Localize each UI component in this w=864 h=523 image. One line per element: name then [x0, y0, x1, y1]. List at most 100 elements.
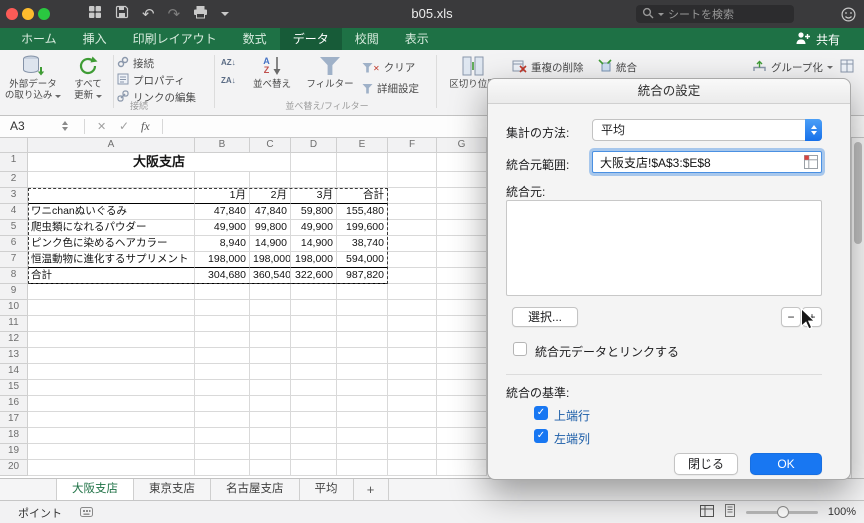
ribbon-tab[interactable]: 校閲	[342, 28, 392, 50]
column-header[interactable]: D	[291, 138, 337, 153]
cell[interactable]: 49,900	[195, 220, 250, 236]
sort-ascending-icon[interactable]: AZ↓	[221, 58, 236, 67]
cell[interactable]	[437, 348, 487, 364]
sheet-tab[interactable]: 大阪支店	[56, 479, 134, 500]
cell[interactable]: 198,000	[250, 252, 291, 268]
remove-duplicates-button[interactable]: 重複の削除	[512, 60, 584, 75]
cell[interactable]	[28, 332, 195, 348]
cell[interactable]	[388, 236, 437, 252]
close-button[interactable]: 閉じる	[674, 453, 738, 475]
add-reference-button[interactable]: +	[802, 307, 822, 327]
row-header[interactable]: 7	[0, 252, 28, 268]
cell[interactable]: 304,680	[195, 268, 250, 284]
cell[interactable]	[28, 396, 195, 412]
cell[interactable]	[437, 396, 487, 412]
cell[interactable]	[337, 380, 388, 396]
cell[interactable]	[250, 364, 291, 380]
cell[interactable]	[195, 444, 250, 460]
cell[interactable]: 987,820	[337, 268, 388, 284]
cell[interactable]	[437, 153, 487, 172]
cell[interactable]	[291, 396, 337, 412]
cell[interactable]	[195, 380, 250, 396]
cell[interactable]	[291, 364, 337, 380]
name-box-stepper-icon[interactable]	[62, 121, 68, 131]
get-external-data-button[interactable]: 外部データ の取り込み	[4, 53, 62, 101]
cell[interactable]	[28, 188, 195, 204]
cell[interactable]	[437, 252, 487, 268]
cell[interactable]: 594,000	[337, 252, 388, 268]
select-range-button[interactable]: 選択...	[512, 307, 578, 327]
cell[interactable]	[437, 364, 487, 380]
row-header[interactable]: 10	[0, 300, 28, 316]
range-selector-icon[interactable]	[804, 155, 818, 172]
row-header[interactable]: 8	[0, 268, 28, 284]
cell[interactable]	[388, 153, 437, 172]
cell[interactable]	[437, 380, 487, 396]
cell[interactable]	[437, 460, 487, 476]
cell[interactable]	[291, 460, 337, 476]
cell[interactable]: 360,540	[250, 268, 291, 284]
cell[interactable]	[195, 332, 250, 348]
cell[interactable]	[337, 172, 388, 188]
cell[interactable]	[291, 300, 337, 316]
cell[interactable]: 322,600	[291, 268, 337, 284]
cell[interactable]: 恒温動物に進化するサプリメント	[28, 252, 195, 268]
cell[interactable]	[337, 428, 388, 444]
row-header[interactable]: 11	[0, 316, 28, 332]
cell[interactable]	[337, 444, 388, 460]
cell[interactable]: 3月	[291, 188, 337, 204]
cell[interactable]	[250, 412, 291, 428]
cell[interactable]	[388, 300, 437, 316]
confirm-entry-icon[interactable]	[119, 116, 129, 137]
cell[interactable]	[437, 300, 487, 316]
cell[interactable]	[250, 460, 291, 476]
cell[interactable]	[388, 268, 437, 284]
row-header[interactable]: 9	[0, 284, 28, 300]
cell[interactable]	[437, 220, 487, 236]
row-header[interactable]: 19	[0, 444, 28, 460]
cell[interactable]: 爬虫類になれるパウダー	[28, 220, 195, 236]
cancel-entry-icon[interactable]	[97, 116, 106, 137]
cell[interactable]	[28, 380, 195, 396]
cell[interactable]	[195, 412, 250, 428]
column-header[interactable]: G	[437, 138, 487, 153]
cell[interactable]: ピンク色に染めるヘアカラー	[28, 236, 195, 252]
refresh-all-button[interactable]: すべて 更新	[64, 53, 112, 101]
cell[interactable]	[195, 300, 250, 316]
remove-reference-button[interactable]: −	[781, 307, 801, 327]
cell[interactable]	[195, 460, 250, 476]
row-header[interactable]: 5	[0, 220, 28, 236]
add-sheet-button[interactable]: +	[354, 479, 389, 500]
function-dropdown[interactable]: 平均	[592, 119, 822, 141]
select-all-corner[interactable]	[0, 138, 28, 153]
row-header[interactable]: 12	[0, 332, 28, 348]
cell[interactable]	[388, 412, 437, 428]
cell[interactable]	[388, 332, 437, 348]
insert-function-icon[interactable]: fx	[141, 116, 150, 137]
cell[interactable]	[195, 284, 250, 300]
cell[interactable]	[291, 153, 337, 172]
cell[interactable]	[28, 348, 195, 364]
page-layout-view-icon[interactable]	[724, 504, 736, 520]
row-header[interactable]: 16	[0, 396, 28, 412]
subtotal-button[interactable]	[840, 59, 854, 75]
cell[interactable]	[437, 332, 487, 348]
ribbon-tab[interactable]: データ	[279, 28, 342, 50]
cell[interactable]	[291, 412, 337, 428]
cell[interactable]: 14,900	[291, 236, 337, 252]
cell[interactable]: ワニchanぬいぐるみ	[28, 204, 195, 220]
cell[interactable]	[388, 220, 437, 236]
ok-button[interactable]: OK	[750, 453, 822, 475]
cell[interactable]	[388, 380, 437, 396]
cell[interactable]	[388, 428, 437, 444]
cell[interactable]	[388, 204, 437, 220]
cell[interactable]	[250, 172, 291, 188]
cell[interactable]	[388, 460, 437, 476]
row-header[interactable]: 4	[0, 204, 28, 220]
cell[interactable]	[28, 364, 195, 380]
search-input[interactable]: シートを検索	[636, 5, 794, 23]
sheet-tab[interactable]: 平均	[300, 479, 354, 500]
cell[interactable]	[337, 348, 388, 364]
ribbon-tab[interactable]: 挿入	[70, 28, 120, 50]
row-header[interactable]: 20	[0, 460, 28, 476]
